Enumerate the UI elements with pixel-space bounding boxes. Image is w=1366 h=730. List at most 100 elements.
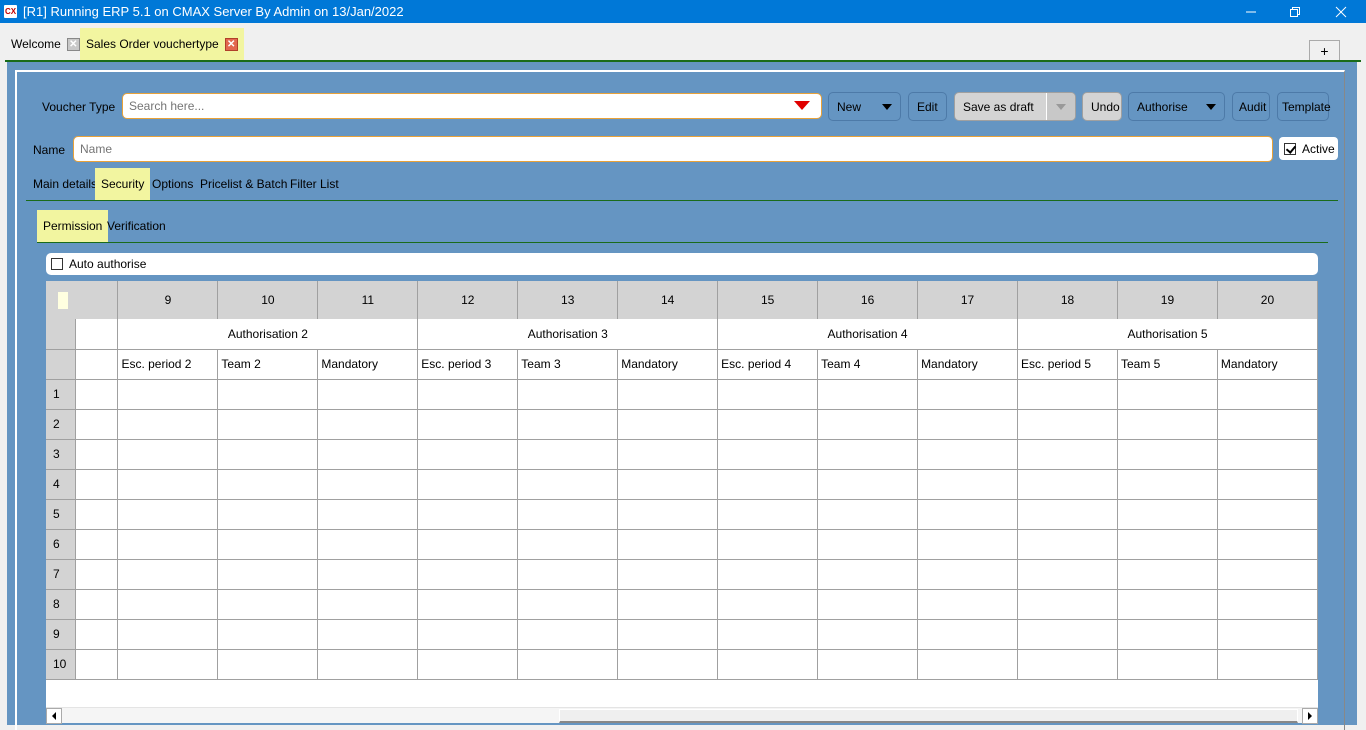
table-cell[interactable] [1216, 558, 1318, 590]
table-cell[interactable] [117, 498, 219, 530]
table-cell[interactable] [117, 618, 219, 650]
table-cell[interactable] [75, 528, 119, 560]
table-cell[interactable] [117, 438, 219, 470]
column-header[interactable]: Mandatory [317, 348, 419, 380]
table-cell[interactable] [817, 618, 919, 650]
table-cell[interactable] [717, 438, 819, 470]
table-cell[interactable] [317, 408, 419, 440]
table-cell[interactable] [1017, 648, 1118, 680]
table-cell[interactable] [217, 588, 319, 620]
table-cell[interactable] [717, 408, 819, 440]
table-cell[interactable] [917, 558, 1019, 590]
tab-verification[interactable]: Verification [101, 210, 172, 242]
table-cell[interactable] [217, 648, 319, 680]
row-number[interactable]: 8 [46, 588, 76, 620]
table-cell[interactable] [417, 588, 519, 620]
table-cell[interactable] [1116, 378, 1218, 410]
table-cell[interactable] [917, 498, 1019, 530]
minimize-button[interactable] [1228, 0, 1274, 23]
table-cell[interactable] [1116, 558, 1218, 590]
save-options-dropdown[interactable] [1046, 93, 1075, 120]
table-cell[interactable] [217, 528, 319, 560]
table-cell[interactable] [1216, 588, 1318, 620]
table-cell[interactable] [1017, 498, 1118, 530]
table-cell[interactable] [517, 408, 619, 440]
tab-options[interactable]: Options [146, 168, 199, 200]
table-cell[interactable] [1116, 588, 1218, 620]
table-cell[interactable] [417, 408, 519, 440]
column-number-header[interactable]: 14 [617, 281, 719, 319]
scrollbar-thumb[interactable] [559, 709, 1298, 723]
table-cell[interactable] [517, 648, 619, 680]
table-cell[interactable] [1017, 378, 1118, 410]
table-cell[interactable] [1116, 648, 1218, 680]
table-cell[interactable] [75, 468, 119, 500]
column-number-header[interactable]: 17 [917, 281, 1019, 319]
table-cell[interactable] [717, 498, 819, 530]
table-cell[interactable] [1116, 468, 1218, 500]
table-cell[interactable] [217, 498, 319, 530]
row-number[interactable]: 6 [46, 528, 76, 560]
table-cell[interactable] [1216, 618, 1318, 650]
table-cell[interactable] [317, 588, 419, 620]
table-cell[interactable] [617, 438, 719, 470]
table-cell[interactable] [617, 528, 719, 560]
table-cell[interactable] [1017, 438, 1118, 470]
table-cell[interactable] [1116, 438, 1218, 470]
table-cell[interactable] [817, 498, 919, 530]
table-cell[interactable] [817, 438, 919, 470]
table-cell[interactable] [617, 588, 719, 620]
table-cell[interactable] [1216, 378, 1318, 410]
column-number-header[interactable]: 12 [417, 281, 519, 319]
name-input[interactable] [73, 136, 1273, 162]
table-cell[interactable] [1116, 408, 1218, 440]
table-cell[interactable] [217, 438, 319, 470]
column-header[interactable]: Team 5 [1116, 348, 1218, 380]
table-cell[interactable] [1216, 648, 1318, 680]
voucher-type-dropdown-icon[interactable] [794, 101, 810, 110]
table-cell[interactable] [417, 558, 519, 590]
table-cell[interactable] [417, 498, 519, 530]
select-all-cell[interactable] [46, 281, 76, 319]
table-cell[interactable] [117, 528, 219, 560]
table-cell[interactable] [517, 378, 619, 410]
table-cell[interactable] [317, 648, 419, 680]
table-cell[interactable] [517, 588, 619, 620]
restore-button[interactable] [1272, 0, 1318, 23]
table-cell[interactable] [817, 648, 919, 680]
tab-pricelist-batch[interactable]: Pricelist & Batch [194, 168, 293, 200]
undo-button[interactable]: Undo [1082, 92, 1122, 121]
close-window-button[interactable] [1318, 0, 1364, 23]
table-cell[interactable] [917, 468, 1019, 500]
scroll-right-button[interactable] [1302, 708, 1318, 724]
scroll-left-button[interactable] [46, 708, 62, 724]
table-cell[interactable] [917, 378, 1019, 410]
table-cell[interactable] [717, 588, 819, 620]
column-header[interactable]: Esc. period 5 [1017, 348, 1118, 380]
column-header[interactable]: Mandatory [617, 348, 719, 380]
table-cell[interactable] [1017, 558, 1118, 590]
table-cell[interactable] [1017, 408, 1118, 440]
table-cell[interactable] [317, 528, 419, 560]
table-cell[interactable] [917, 528, 1019, 560]
close-tab-icon[interactable]: ✕ [66, 37, 80, 51]
table-cell[interactable] [1216, 408, 1318, 440]
table-cell[interactable] [417, 378, 519, 410]
table-cell[interactable] [517, 468, 619, 500]
tab-main-details[interactable]: Main details [27, 168, 103, 200]
column-header[interactable]: Team 4 [817, 348, 919, 380]
tab-security[interactable]: Security [95, 168, 151, 200]
table-cell[interactable] [817, 468, 919, 500]
table-cell[interactable] [517, 558, 619, 590]
table-cell[interactable] [717, 618, 819, 650]
column-number-header[interactable]: 9 [117, 281, 219, 319]
table-cell[interactable] [617, 498, 719, 530]
row-number[interactable]: 2 [46, 408, 76, 440]
table-cell[interactable] [117, 558, 219, 590]
table-cell[interactable] [717, 528, 819, 560]
authorise-button[interactable]: Authorise [1128, 92, 1225, 121]
horizontal-scrollbar[interactable] [46, 707, 1318, 724]
table-cell[interactable] [717, 468, 819, 500]
table-cell[interactable] [75, 378, 119, 410]
table-cell[interactable] [217, 408, 319, 440]
